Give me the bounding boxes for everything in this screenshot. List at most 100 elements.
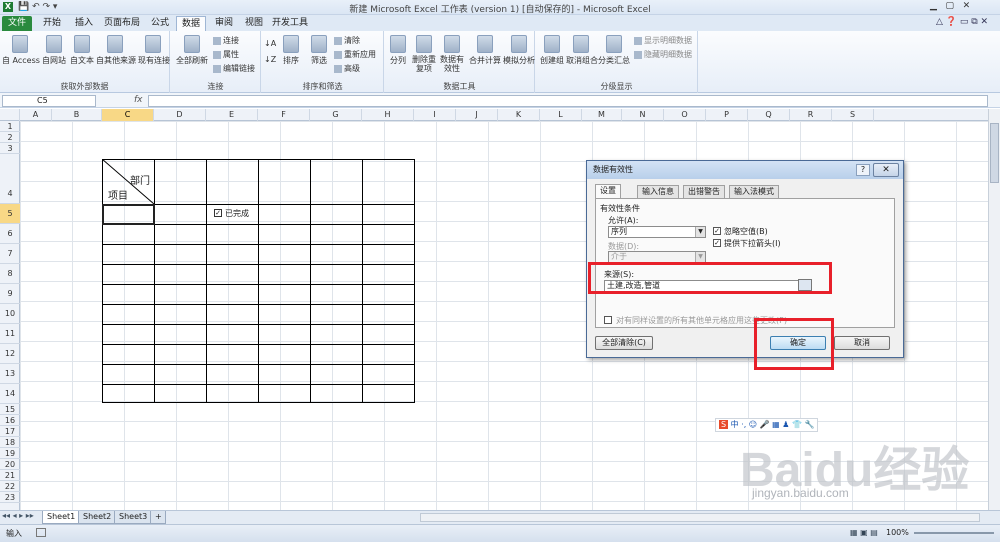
column-header[interactable]: F	[258, 109, 310, 121]
refresh-all-button[interactable]: 全部刷新	[175, 35, 209, 66]
column-header[interactable]: A	[20, 109, 52, 121]
ignore-blank-checkbox[interactable]: ✓	[713, 227, 721, 235]
tab-insert[interactable]: 插入	[70, 16, 98, 31]
row-header[interactable]: 8	[0, 264, 20, 284]
formula-input[interactable]	[148, 95, 988, 107]
cancel-button[interactable]: 取消	[834, 336, 890, 350]
close-icon[interactable]: ✕	[873, 163, 899, 177]
row-header[interactable]: 10	[0, 304, 20, 324]
hide-detail-button[interactable]: 隐藏明细数据	[634, 49, 692, 60]
row-header[interactable]: 13	[0, 364, 20, 384]
row-header[interactable]: 4	[0, 154, 20, 204]
row-header[interactable]: 16	[0, 415, 20, 426]
row-header[interactable]: 11	[0, 324, 20, 344]
row-header[interactable]: 18	[0, 437, 20, 448]
edit-links-button[interactable]: 编辑链接	[213, 63, 255, 74]
row-header[interactable]: 19	[0, 448, 20, 459]
reapply-button[interactable]: 重新应用	[334, 49, 376, 60]
tab-data[interactable]: 数据	[176, 16, 206, 31]
insert-sheet-icon[interactable]: +	[150, 511, 166, 524]
connections-button[interactable]: 连接	[213, 35, 239, 46]
column-header[interactable]: K	[498, 109, 540, 121]
tab-formulas[interactable]: 公式	[146, 16, 174, 31]
column-header[interactable]: M	[582, 109, 622, 121]
row-header[interactable]: 12	[0, 344, 20, 364]
column-header[interactable]: L	[540, 109, 582, 121]
from-text-button[interactable]: 自文本	[68, 35, 96, 66]
row-header[interactable]: 7	[0, 244, 20, 264]
checkbox-icon[interactable]: ✓	[214, 209, 222, 217]
column-header[interactable]: G	[310, 109, 362, 121]
zoom-level[interactable]: 100%	[886, 528, 909, 537]
dropdown-checkbox[interactable]: ✓	[713, 239, 721, 247]
row-header[interactable]: 22	[0, 481, 20, 492]
row-header[interactable]: 9	[0, 284, 20, 304]
column-header[interactable]: P	[706, 109, 748, 121]
what-if-button[interactable]: 模拟分析	[503, 35, 535, 66]
fx-icon[interactable]: fx	[134, 95, 143, 105]
tab-page-layout[interactable]: 页面布局	[102, 16, 142, 31]
sheet-nav-arrows[interactable]: ◂◂ ◂ ▸ ▸▸	[2, 511, 34, 520]
sort-button[interactable]: 排序	[280, 35, 302, 66]
name-box[interactable]: C5	[2, 95, 96, 107]
row-header[interactable]: 3	[0, 143, 20, 154]
help-icon[interactable]: ?	[856, 164, 870, 176]
data-validation-button[interactable]: 数据有效性	[439, 35, 465, 73]
row-header[interactable]: 6	[0, 224, 20, 244]
select-all-corner[interactable]	[0, 109, 20, 121]
subtotal-button[interactable]: 分类汇总	[598, 35, 630, 66]
ungroup-button[interactable]: 取消组合	[566, 35, 598, 66]
macro-record-icon[interactable]	[36, 528, 46, 537]
column-header[interactable]: J	[456, 109, 498, 121]
consolidate-button[interactable]: 合并计算	[469, 35, 501, 66]
row-header[interactable]: 14	[0, 384, 20, 404]
sort-za-icon[interactable]: ↓Z	[264, 55, 276, 64]
row-header[interactable]: 2	[0, 132, 20, 143]
column-header[interactable]: Q	[748, 109, 790, 121]
row-header[interactable]: 21	[0, 470, 20, 481]
tab-ime-mode[interactable]: 输入法模式	[729, 185, 779, 198]
column-header[interactable]: R	[790, 109, 832, 121]
row-header[interactable]: 20	[0, 459, 20, 470]
column-header[interactable]: D	[154, 109, 206, 121]
tab-input-message[interactable]: 输入信息	[637, 185, 679, 198]
tab-view[interactable]: 视图	[240, 16, 268, 31]
row-header[interactable]: 15	[0, 404, 20, 415]
column-header[interactable]: S	[832, 109, 874, 121]
column-header[interactable]: I	[414, 109, 456, 121]
from-other-sources-button[interactable]: 自其他来源	[96, 35, 136, 66]
window-controls[interactable]: ▁ ▢ ✕	[930, 1, 970, 11]
tab-review[interactable]: 审阅	[210, 16, 238, 31]
zoom-slider[interactable]	[914, 532, 994, 534]
help-icons[interactable]: △ ❓ ▭ ⧉ ✕	[936, 17, 988, 27]
row-header[interactable]: 1	[0, 121, 20, 132]
column-header[interactable]: E	[206, 109, 258, 121]
from-web-button[interactable]: 自网站	[40, 35, 68, 66]
group-button[interactable]: 创建组	[538, 35, 566, 66]
tab-file[interactable]: 文件	[2, 16, 32, 31]
horizontal-scrollbar[interactable]	[420, 513, 980, 522]
column-header[interactable]: O	[664, 109, 706, 121]
from-access-button[interactable]: 自 Access	[2, 35, 40, 66]
text-to-columns-button[interactable]: 分列	[387, 35, 409, 66]
allow-select[interactable]: 序列 ▼	[608, 226, 706, 238]
sheet-tab[interactable]: Sheet3	[114, 511, 153, 524]
tab-developer[interactable]: 开发工具	[270, 16, 310, 31]
column-header[interactable]: H	[362, 109, 414, 121]
vertical-scrollbar[interactable]	[988, 109, 1000, 510]
sheet-tab[interactable]: Sheet2	[78, 511, 117, 524]
apply-all-checkbox[interactable]	[604, 316, 612, 324]
clear-button[interactable]: 清除	[334, 35, 360, 46]
clear-all-button[interactable]: 全部清除(C)	[595, 336, 653, 350]
show-detail-button[interactable]: 显示明细数据	[634, 35, 692, 46]
existing-connections-button[interactable]: 现有连接	[138, 35, 170, 66]
tab-error-alert[interactable]: 出错警告	[683, 185, 725, 198]
selected-cell-c5[interactable]	[102, 204, 155, 225]
sheet-tab[interactable]: Sheet1	[42, 511, 81, 524]
remove-duplicates-button[interactable]: 删除重复项	[411, 35, 437, 73]
advanced-button[interactable]: 高级	[334, 63, 360, 74]
sort-az-icon[interactable]: ↓A	[264, 39, 276, 48]
column-header[interactable]: N	[622, 109, 664, 121]
column-header-selected[interactable]: C	[102, 109, 154, 121]
row-header[interactable]: 23	[0, 492, 20, 503]
